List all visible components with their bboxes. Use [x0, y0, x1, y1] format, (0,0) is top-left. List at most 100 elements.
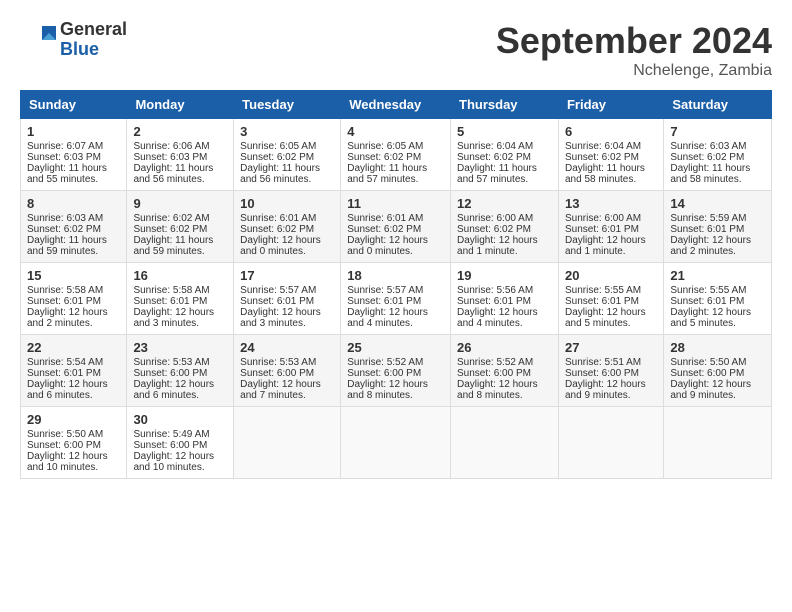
cell-info-line: and 4 minutes. [457, 318, 552, 329]
day-number: 21 [670, 268, 765, 283]
calendar-cell: 25Sunrise: 5:52 AMSunset: 6:00 PMDayligh… [341, 335, 451, 407]
cell-info-line: Sunset: 6:00 PM [240, 368, 334, 379]
day-number: 4 [347, 124, 444, 139]
cell-info-line: and 1 minute. [457, 246, 552, 257]
day-number: 27 [565, 340, 657, 355]
day-number: 11 [347, 196, 444, 211]
cell-info-line: Daylight: 12 hours [347, 235, 444, 246]
cell-info-line: Sunset: 6:01 PM [565, 224, 657, 235]
cell-info-line: Daylight: 12 hours [565, 307, 657, 318]
calendar-cell: 10Sunrise: 6:01 AMSunset: 6:02 PMDayligh… [234, 191, 341, 263]
day-number: 9 [133, 196, 227, 211]
cell-info-line: Sunset: 6:02 PM [670, 152, 765, 163]
cell-info-line: and 1 minute. [565, 246, 657, 257]
calendar-cell [341, 407, 451, 479]
cell-info-line: Daylight: 12 hours [670, 379, 765, 390]
cell-info-line: Daylight: 11 hours [565, 163, 657, 174]
cell-info-line: Daylight: 12 hours [565, 235, 657, 246]
cell-info-line: Sunset: 6:00 PM [457, 368, 552, 379]
cell-info-line: Sunset: 6:00 PM [27, 440, 120, 451]
cell-info-line: Sunset: 6:01 PM [133, 296, 227, 307]
cell-info-line: Sunset: 6:02 PM [240, 224, 334, 235]
cell-info-line: Sunset: 6:01 PM [457, 296, 552, 307]
day-number: 29 [27, 412, 120, 427]
cell-info-line: and 10 minutes. [27, 462, 120, 473]
cell-info-line: Sunrise: 5:56 AM [457, 285, 552, 296]
day-number: 8 [27, 196, 120, 211]
cell-info-line: Daylight: 11 hours [27, 163, 120, 174]
cell-info-line: Sunset: 6:02 PM [27, 224, 120, 235]
calendar-cell: 12Sunrise: 6:00 AMSunset: 6:02 PMDayligh… [451, 191, 559, 263]
day-number: 12 [457, 196, 552, 211]
day-number: 26 [457, 340, 552, 355]
location: Nchelenge, Zambia [496, 62, 772, 80]
day-number: 10 [240, 196, 334, 211]
cell-info-line: Sunset: 6:01 PM [670, 224, 765, 235]
weekday-header-sunday: Sunday [21, 91, 127, 119]
title-block: September 2024 Nchelenge, Zambia [496, 20, 772, 80]
weekday-header-row: SundayMondayTuesdayWednesdayThursdayFrid… [21, 91, 772, 119]
cell-info-line: Sunrise: 6:07 AM [27, 141, 120, 152]
calendar: SundayMondayTuesdayWednesdayThursdayFrid… [20, 90, 772, 479]
cell-info-line: Sunset: 6:02 PM [347, 152, 444, 163]
logo-icon [20, 22, 56, 58]
cell-info-line: Sunrise: 5:52 AM [347, 357, 444, 368]
cell-info-line: and 58 minutes. [670, 174, 765, 185]
week-row-5: 29Sunrise: 5:50 AMSunset: 6:00 PMDayligh… [21, 407, 772, 479]
day-number: 2 [133, 124, 227, 139]
calendar-cell: 21Sunrise: 5:55 AMSunset: 6:01 PMDayligh… [664, 263, 772, 335]
week-row-1: 1Sunrise: 6:07 AMSunset: 6:03 PMDaylight… [21, 119, 772, 191]
cell-info-line: Sunset: 6:00 PM [347, 368, 444, 379]
calendar-cell: 2Sunrise: 6:06 AMSunset: 6:03 PMDaylight… [127, 119, 234, 191]
cell-info-line: and 59 minutes. [27, 246, 120, 257]
cell-info-line: Sunrise: 6:03 AM [670, 141, 765, 152]
cell-info-line: Sunset: 6:03 PM [27, 152, 120, 163]
cell-info-line: Sunset: 6:01 PM [670, 296, 765, 307]
cell-info-line: Daylight: 12 hours [457, 379, 552, 390]
cell-info-line: Sunset: 6:00 PM [670, 368, 765, 379]
cell-info-line: Daylight: 11 hours [133, 235, 227, 246]
cell-info-line: Daylight: 11 hours [347, 163, 444, 174]
cell-info-line: Sunrise: 5:52 AM [457, 357, 552, 368]
calendar-cell: 13Sunrise: 6:00 AMSunset: 6:01 PMDayligh… [558, 191, 663, 263]
cell-info-line: Sunset: 6:02 PM [457, 224, 552, 235]
week-row-2: 8Sunrise: 6:03 AMSunset: 6:02 PMDaylight… [21, 191, 772, 263]
cell-info-line: Sunset: 6:01 PM [27, 296, 120, 307]
cell-info-line: and 2 minutes. [27, 318, 120, 329]
weekday-header-thursday: Thursday [451, 91, 559, 119]
calendar-cell [558, 407, 663, 479]
calendar-cell: 20Sunrise: 5:55 AMSunset: 6:01 PMDayligh… [558, 263, 663, 335]
cell-info-line: Sunrise: 6:04 AM [457, 141, 552, 152]
cell-info-line: Sunrise: 5:57 AM [347, 285, 444, 296]
month-title: September 2024 [496, 20, 772, 62]
cell-info-line: Sunrise: 5:55 AM [565, 285, 657, 296]
cell-info-line: Sunset: 6:00 PM [565, 368, 657, 379]
cell-info-line: Daylight: 11 hours [27, 235, 120, 246]
cell-info-line: Daylight: 11 hours [133, 163, 227, 174]
cell-info-line: and 6 minutes. [133, 390, 227, 401]
weekday-header-tuesday: Tuesday [234, 91, 341, 119]
cell-info-line: Sunset: 6:00 PM [133, 440, 227, 451]
cell-info-line: and 0 minutes. [240, 246, 334, 257]
logo: General Blue [20, 20, 127, 60]
cell-info-line: Sunrise: 5:58 AM [133, 285, 227, 296]
day-number: 18 [347, 268, 444, 283]
cell-info-line: and 9 minutes. [565, 390, 657, 401]
cell-info-line: Daylight: 12 hours [133, 379, 227, 390]
cell-info-line: and 8 minutes. [347, 390, 444, 401]
cell-info-line: Daylight: 11 hours [457, 163, 552, 174]
cell-info-line: Sunrise: 6:01 AM [240, 213, 334, 224]
cell-info-line: Sunset: 6:00 PM [133, 368, 227, 379]
calendar-cell: 29Sunrise: 5:50 AMSunset: 6:00 PMDayligh… [21, 407, 127, 479]
cell-info-line: and 2 minutes. [670, 246, 765, 257]
day-number: 6 [565, 124, 657, 139]
cell-info-line: and 7 minutes. [240, 390, 334, 401]
cell-info-line: Sunrise: 6:00 AM [457, 213, 552, 224]
cell-info-line: Sunrise: 6:02 AM [133, 213, 227, 224]
cell-info-line: Sunrise: 6:05 AM [240, 141, 334, 152]
cell-info-line: and 3 minutes. [240, 318, 334, 329]
cell-info-line: Daylight: 12 hours [27, 451, 120, 462]
day-number: 23 [133, 340, 227, 355]
cell-info-line: Daylight: 12 hours [133, 451, 227, 462]
day-number: 24 [240, 340, 334, 355]
